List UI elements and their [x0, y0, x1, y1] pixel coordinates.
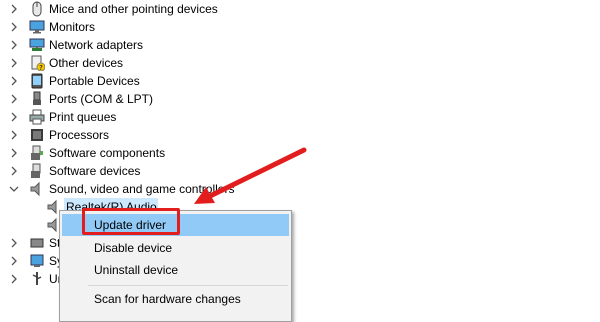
mouse-icon	[29, 1, 45, 17]
chevron-right-icon[interactable]	[8, 3, 20, 15]
tree-item-label: Software components	[49, 146, 166, 160]
chevron-right-icon[interactable]	[8, 273, 20, 285]
usb-icon	[29, 271, 45, 287]
tree-item-label: Network adapters	[49, 38, 144, 52]
tree-item-mice[interactable]: Mice and other pointing devices	[0, 0, 600, 18]
tree-item-label: Processors	[49, 128, 110, 142]
unknown-device-icon: ?	[29, 55, 46, 72]
chevron-right-icon[interactable]	[8, 237, 20, 249]
processor-icon	[29, 127, 45, 143]
monitor-icon	[29, 19, 45, 35]
portable-device-icon	[29, 73, 45, 89]
speaker-icon	[29, 181, 45, 197]
tree-item-portable-devices[interactable]: Portable Devices	[0, 72, 600, 90]
tree-item-label: Print queues	[49, 110, 117, 124]
software-component-icon	[29, 145, 45, 161]
chevron-right-icon[interactable]	[8, 165, 20, 177]
tree-item-label: Software devices	[49, 164, 141, 178]
tree-item-ports[interactable]: Ports (COM & LPT)	[0, 90, 600, 108]
tree-item-other-devices[interactable]: ? Other devices	[0, 54, 600, 72]
tree-item-label: Other devices	[49, 56, 124, 70]
chevron-down-icon[interactable]	[8, 183, 20, 195]
storage-icon	[29, 235, 45, 251]
menu-separator	[88, 285, 288, 286]
software-device-icon	[29, 163, 45, 179]
port-icon	[29, 91, 45, 107]
chevron-right-icon[interactable]	[8, 75, 20, 87]
chevron-right-icon[interactable]	[8, 111, 20, 123]
tree-item-label: Ports (COM & LPT)	[49, 92, 154, 106]
printer-icon	[29, 109, 45, 125]
chevron-right-icon[interactable]	[8, 21, 20, 33]
tree-item-processors[interactable]: Processors	[0, 126, 600, 144]
menu-item-disable-device[interactable]: Disable device	[62, 237, 289, 259]
tree-item-label: Sound, video and game controllers	[49, 182, 235, 196]
tree-item-software-devices[interactable]: Software devices	[0, 162, 600, 180]
chevron-right-icon[interactable]	[8, 93, 20, 105]
tree-item-label: Monitors	[49, 20, 96, 34]
tree-item-label: Mice and other pointing devices	[49, 2, 218, 16]
menu-item-uninstall-device[interactable]: Uninstall device	[62, 259, 289, 281]
highlight-box	[82, 208, 180, 235]
network-adapter-icon	[29, 37, 45, 53]
svg-text:?: ?	[39, 64, 43, 71]
menu-item-scan-hardware[interactable]: Scan for hardware changes	[62, 288, 289, 310]
tree-item-network-adapters[interactable]: Network adapters	[0, 36, 600, 54]
tree-item-sound-video-game[interactable]: Sound, video and game controllers	[0, 180, 600, 198]
chevron-right-icon[interactable]	[8, 255, 20, 267]
chevron-right-icon[interactable]	[8, 57, 20, 69]
tree-item-label: Portable Devices	[49, 74, 140, 88]
chevron-right-icon[interactable]	[8, 147, 20, 159]
tree-item-print-queues[interactable]: Print queues	[0, 108, 600, 126]
chevron-right-icon[interactable]	[8, 129, 20, 141]
system-device-icon	[29, 253, 45, 269]
tree-item-software-components[interactable]: Software components	[0, 144, 600, 162]
chevron-right-icon[interactable]	[8, 39, 20, 51]
tree-item-monitors[interactable]: Monitors	[0, 18, 600, 36]
